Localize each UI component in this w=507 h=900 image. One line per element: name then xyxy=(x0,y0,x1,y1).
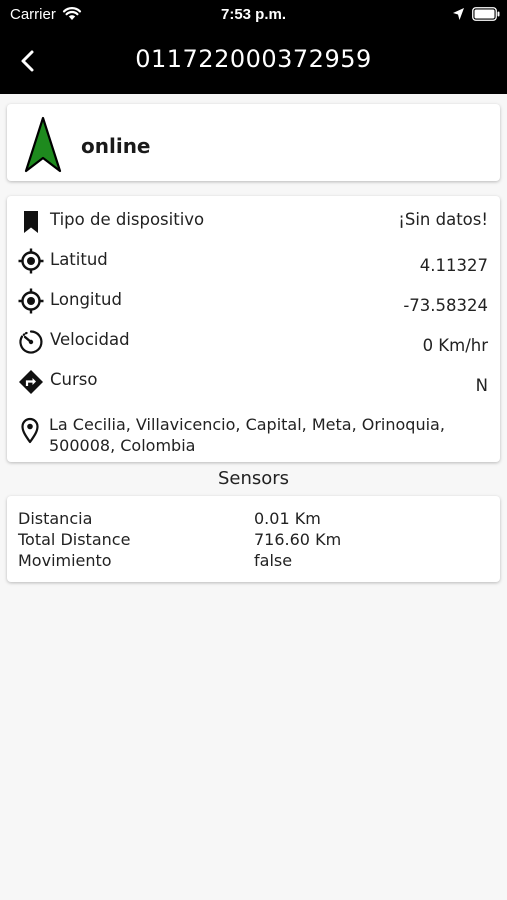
status-time: 7:53 p.m. xyxy=(220,6,287,23)
gps-target-icon xyxy=(18,288,44,314)
sensors-heading: Sensors xyxy=(217,468,290,489)
location-arrow-icon xyxy=(453,8,464,20)
device-status-card: online xyxy=(7,104,500,181)
info-value: N xyxy=(475,376,488,395)
speedometer-icon xyxy=(19,330,43,354)
info-value: 4.11327 xyxy=(419,256,488,275)
info-label: Longitud xyxy=(50,290,122,309)
sensors-card: Distancia 0.01 Km Total Distance 716.60 … xyxy=(7,496,500,582)
info-row-course: Curso N xyxy=(7,365,500,399)
sensor-value: 0.01 Km xyxy=(254,509,321,528)
sensor-name: Total Distance xyxy=(18,530,131,549)
sensor-row: Total Distance 716.60 Km xyxy=(7,530,500,551)
battery-icon xyxy=(472,7,500,21)
info-label: Tipo de dispositivo xyxy=(50,210,205,229)
sensor-name: Movimiento xyxy=(18,551,112,570)
info-value: ¡Sin datos! xyxy=(398,210,488,229)
direction-icon xyxy=(19,370,43,394)
info-label: Latitud xyxy=(50,250,108,269)
status-bar: Carrier 7:53 p.m. xyxy=(0,0,507,30)
bookmark-icon xyxy=(24,211,38,233)
page-title: 011722000372959 xyxy=(135,45,372,73)
address-text: La Cecilia, Villavicencio, Capital, Meta… xyxy=(49,415,445,455)
device-info-card: Tipo de dispositivo ¡Sin datos! Latitud … xyxy=(7,196,500,462)
sensor-row: Distancia 0.01 Km xyxy=(7,509,500,530)
info-label: Curso xyxy=(50,370,98,389)
sensor-value: 716.60 Km xyxy=(254,530,342,549)
address-row: La Cecilia, Villavicencio, Capital, Meta… xyxy=(7,414,500,458)
info-row-speed: Velocidad 0 Km/hr xyxy=(7,324,500,358)
nav-bar: 011722000372959 xyxy=(0,30,507,94)
map-pin-icon xyxy=(21,417,39,444)
info-value: 0 Km/hr xyxy=(422,336,488,355)
gps-target-icon xyxy=(18,248,44,274)
sensor-name: Distancia xyxy=(18,509,93,528)
info-row-device-type: Tipo de dispositivo ¡Sin datos! xyxy=(7,204,500,238)
info-value: -73.58324 xyxy=(403,296,488,315)
device-status-label: online xyxy=(81,134,151,158)
navigation-arrow-icon xyxy=(24,116,62,173)
sensor-row: Movimiento false xyxy=(7,551,500,572)
info-row-longitude: Longitud -73.58324 xyxy=(7,284,500,318)
info-label: Velocidad xyxy=(50,330,130,349)
sensor-value: false xyxy=(254,551,293,570)
info-row-latitude: Latitud 4.11327 xyxy=(7,244,500,278)
